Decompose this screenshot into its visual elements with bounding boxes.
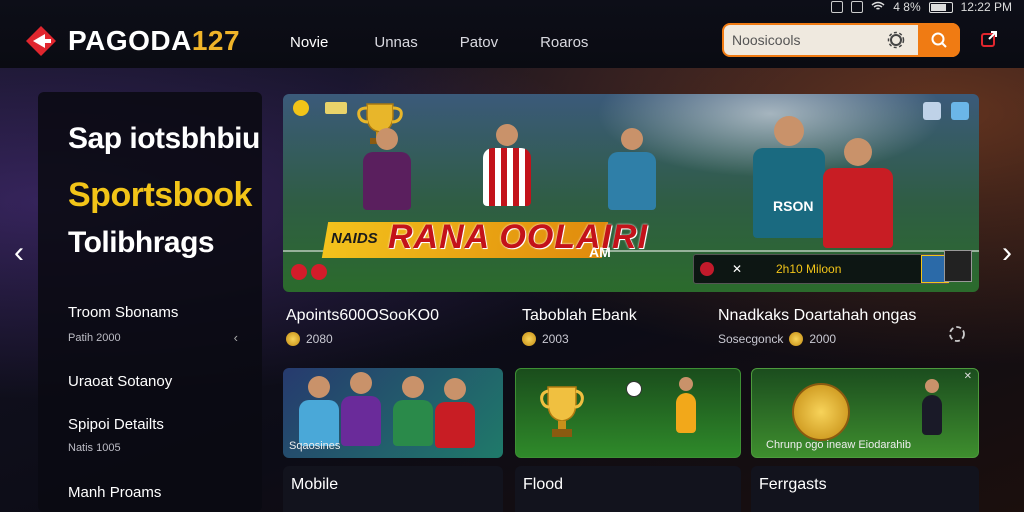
card-label-1: Sqaosines xyxy=(289,440,341,452)
player-figure xyxy=(676,377,696,433)
card-label-3: Chrunp ogo ineaw Eiodarahib xyxy=(766,439,911,451)
clock: 12:22 PM xyxy=(960,0,1012,14)
player-figure xyxy=(299,376,339,446)
sidebar-item-1[interactable]: Troom Sbonams xyxy=(68,304,178,321)
live-icon xyxy=(700,262,714,276)
column-sub-3-prefix: Sosecgonck xyxy=(718,332,784,346)
player-figure xyxy=(393,376,433,446)
game-card-3[interactable]: ✕ Chrunp ogo ineaw Eiodarahib xyxy=(751,368,979,458)
share-icon[interactable] xyxy=(980,30,998,48)
brand-text: RSON xyxy=(773,198,814,214)
column-sub-2: 2003 xyxy=(522,332,569,346)
sidebar-title-3: Tolibhrags xyxy=(68,226,215,259)
column-sub-1-value: 2080 xyxy=(306,332,333,346)
coin-icon xyxy=(522,332,536,346)
close-icon[interactable]: ✕ xyxy=(964,371,972,382)
ball-icon xyxy=(626,381,642,397)
badge-icon xyxy=(293,100,309,116)
bottom-card-title-1: Mobile xyxy=(291,476,339,493)
wifi-icon xyxy=(871,0,885,14)
lock-icon xyxy=(851,1,864,13)
search-button[interactable] xyxy=(918,23,960,57)
settings-icon[interactable] xyxy=(887,31,905,49)
game-card-1[interactable]: Sqaosines xyxy=(283,368,503,458)
player-figure xyxy=(608,128,656,210)
coin-icon xyxy=(789,332,804,346)
hero-badges xyxy=(291,264,327,280)
red-badge-icon xyxy=(291,264,307,280)
sidebar-item-1-sub: Patih 2000 xyxy=(68,332,121,344)
sidebar-item-3[interactable]: Spipoi Detailts xyxy=(68,416,164,433)
logo-icon xyxy=(24,24,58,58)
game-card-2[interactable] xyxy=(515,368,741,458)
brand-number: 127 xyxy=(191,25,241,56)
column-title-3: Nnadkaks Doartahah ongas xyxy=(718,307,917,324)
sidebar-title-2: Sportsbook xyxy=(68,176,252,214)
bottom-card-title-3: Ferrgasts xyxy=(759,476,827,493)
bottom-card-1[interactable]: Mobile xyxy=(283,466,503,512)
search-input[interactable] xyxy=(724,31,879,49)
battery-text: 4 8% xyxy=(893,0,921,14)
sidebar-title-1: Sap iotsbhbiu xyxy=(68,122,260,155)
column-title-1: Apoints600OSooKO0 xyxy=(286,307,439,324)
hero-tag: NAIDS xyxy=(331,230,378,247)
coin-icon xyxy=(286,332,300,346)
column-sub-3: Sosecgonck 2000 xyxy=(718,332,836,346)
brand-word: PAGODA xyxy=(68,25,192,56)
red-badge-icon xyxy=(311,264,327,280)
column-title-2: Taboblah Ebank xyxy=(522,307,637,324)
next-arrow-icon[interactable]: › xyxy=(1002,236,1012,270)
hero-banner[interactable]: RSON NAIDS RANA OOLAIRI AM ✕ 2h10 Miloon xyxy=(283,94,979,292)
player-figure xyxy=(363,128,411,210)
avatar[interactable] xyxy=(944,250,972,282)
brand-name: PAGODA127 xyxy=(68,25,240,57)
window-icon[interactable] xyxy=(951,102,969,120)
menu-icon[interactable] xyxy=(923,102,941,120)
column-sub-1: 2080 xyxy=(286,332,333,346)
collapse-icon[interactable]: ‹ xyxy=(234,330,238,345)
search-box xyxy=(722,23,960,57)
sidebar-item-4[interactable]: Manh Proams xyxy=(68,484,161,501)
player-figure xyxy=(823,138,893,248)
hero-info-bar[interactable]: ✕ 2h10 Miloon xyxy=(693,254,950,284)
bottom-card-title-2: Flood xyxy=(523,476,564,493)
player-figure xyxy=(753,116,825,238)
search-icon xyxy=(931,32,947,48)
hero-tag-suffix: AM xyxy=(589,244,611,260)
sidebar-panel: Sap iotsbhbiu Sportsbook Tolibhrags Troo… xyxy=(38,92,262,512)
column-sub-2-value: 2003 xyxy=(542,332,569,346)
prev-arrow-icon[interactable]: ‹ xyxy=(14,236,24,270)
bottom-card-2[interactable]: Flood xyxy=(515,466,741,512)
column-sub-3-value: 2000 xyxy=(809,332,837,346)
notification-icon xyxy=(831,1,844,13)
alert-icon: ✕ xyxy=(732,262,743,276)
sidebar-item-2[interactable]: Uraoat Sotanoy xyxy=(68,373,172,390)
player-figure xyxy=(483,124,531,206)
refresh-icon[interactable] xyxy=(947,324,967,344)
sidebar-item-3-sub: Natis 1005 xyxy=(68,442,121,454)
player-figure xyxy=(922,379,942,435)
coin-icon xyxy=(792,383,850,441)
bottom-card-3[interactable]: Ferrgasts xyxy=(751,466,979,512)
player-figure xyxy=(341,372,381,446)
battery-icon xyxy=(928,1,953,13)
status-bar: 4 8% 12:22 PM xyxy=(831,0,1012,14)
tag-icon xyxy=(325,102,347,114)
player-figure xyxy=(435,378,475,448)
hero-info-text: 2h10 Miloon xyxy=(776,262,842,276)
brand-logo[interactable]: PAGODA127 xyxy=(24,24,240,58)
trophy-icon xyxy=(540,386,584,437)
